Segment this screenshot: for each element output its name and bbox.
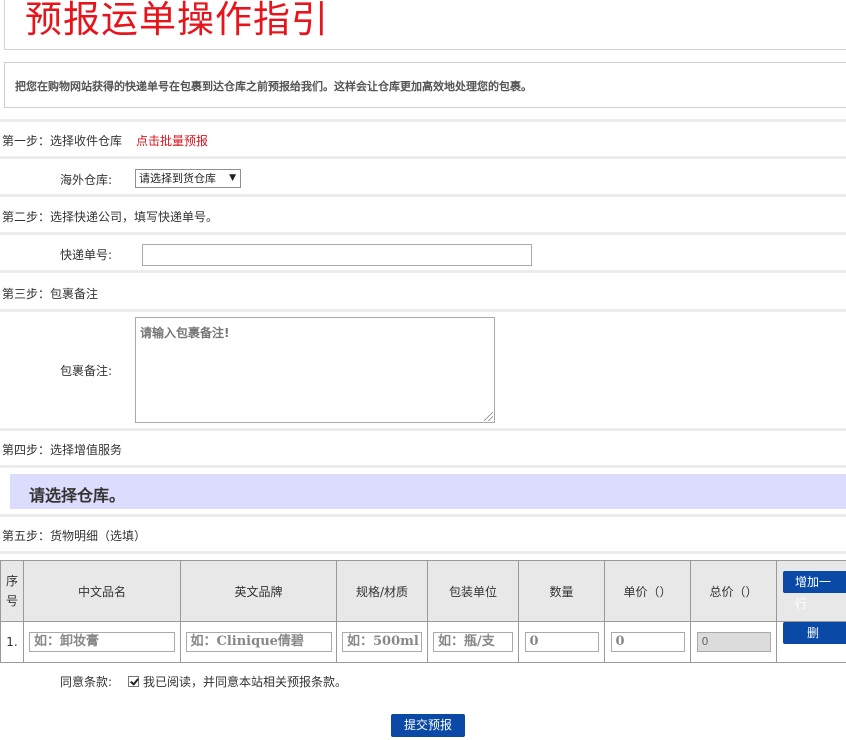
page-title: 预报运单操作指引 — [25, 0, 329, 41]
divider — [0, 309, 846, 312]
step1-label: 第一步：选择收件仓库 — [2, 134, 123, 148]
col-header-action: 增加一行 — [776, 560, 846, 622]
warehouse-label: 海外仓库: — [60, 173, 113, 187]
col-header-total: 总价（） — [690, 560, 777, 622]
col-header-price: 单价（） — [604, 560, 691, 622]
divider — [0, 119, 846, 122]
action-cell: 删除 — [776, 621, 846, 663]
divider — [0, 156, 846, 159]
divider — [0, 465, 846, 468]
spec-cell: 如：500ml — [336, 621, 428, 663]
warehouse-select[interactable]: 请选择到货仓库 ▼ — [135, 169, 241, 188]
total-cell: 0 — [690, 621, 777, 663]
col-header-spec: 规格/材质 — [336, 560, 428, 622]
divider — [0, 194, 846, 197]
batch-forecast-link[interactable]: 点击批量预报 — [136, 134, 208, 148]
note-placeholder: 请输入包裹备注! — [140, 326, 230, 340]
divider — [0, 270, 846, 273]
step1-heading: 第一步：选择收件仓库 点击批量预报 — [2, 132, 208, 149]
price-input[interactable]: 0 — [610, 632, 685, 652]
qty-cell: 0 — [518, 621, 605, 663]
intro-box: 把您在购物网站获得的快递单号在包裹到达仓库之前预报给我们。这样会让仓库更加高效地… — [4, 62, 846, 108]
delete-row-button[interactable]: 删除 — [783, 622, 846, 662]
col-header-en-brand: 英文品牌 — [180, 560, 337, 622]
package-note-textarea[interactable]: 请输入包裹备注! — [135, 317, 495, 423]
step3-label: 第三步：包裹备注 — [2, 287, 99, 301]
cn-name-input[interactable]: 如：卸妆膏 — [29, 632, 175, 652]
table-row: 1. 如：卸妆膏 如：Clinique倩碧 如：500ml 如：瓶/支 0 0 … — [0, 621, 846, 663]
note-label: 包裹备注: — [60, 364, 113, 378]
warehouse-notice-bar: 请选择仓库。 — [10, 474, 846, 509]
agreement-label: 同意条款: — [60, 675, 113, 689]
cn-name-cell: 如：卸妆膏 — [23, 621, 181, 663]
resize-grip-icon[interactable] — [484, 412, 493, 421]
intro-text: 把您在购物网站获得的快递单号在包裹到达仓库之前预报给我们。这样会让仓库更加高效地… — [15, 80, 532, 93]
col-header-qty: 数量 — [518, 560, 605, 622]
divider — [0, 428, 846, 431]
en-brand-cell: 如：Clinique倩碧 — [180, 621, 337, 663]
agreement-row: 同意条款: 我已阅读，并同意本站相关预报条款。 — [60, 673, 347, 690]
en-brand-input[interactable]: 如：Clinique倩碧 — [185, 632, 332, 652]
step5-label: 第五步：货物明细（选填） — [2, 529, 147, 543]
total-input: 0 — [696, 632, 771, 652]
step2-label: 第二步：选择快递公司，填写快递单号。 — [2, 210, 219, 224]
agreement-checkbox[interactable] — [128, 676, 140, 687]
agreement-text: 我已阅读，并同意本站相关预报条款。 — [143, 675, 348, 689]
table-header-row: 序号 中文品名 英文品牌 规格/材质 包装单位 数量 单价（） 总价（） 增加一… — [0, 560, 846, 622]
tracking-label: 快递单号: — [60, 248, 113, 262]
divider — [0, 514, 846, 517]
warehouse-notice: 请选择仓库。 — [29, 486, 126, 505]
dropdown-arrow-icon: ▼ — [229, 173, 236, 183]
row-index: 1. — [0, 621, 24, 663]
tracking-number-input[interactable] — [142, 244, 532, 266]
col-header-unit: 包装单位 — [427, 560, 519, 622]
spec-input[interactable]: 如：500ml — [342, 632, 422, 652]
submit-forecast-button[interactable]: 提交预报 — [391, 714, 465, 737]
qty-input[interactable]: 0 — [524, 632, 599, 652]
step4-label: 第四步：选择增值服务 — [2, 443, 123, 457]
unit-input[interactable]: 如：瓶/支 — [433, 632, 513, 652]
price-cell: 0 — [604, 621, 691, 663]
unit-cell: 如：瓶/支 — [427, 621, 519, 663]
warehouse-select-value: 请选择到货仓库 — [139, 172, 216, 185]
goods-table: 序号 中文品名 英文品牌 规格/材质 包装单位 数量 单价（） 总价（） 增加一… — [0, 560, 846, 663]
col-header-index: 序号 — [0, 560, 24, 622]
divider — [0, 551, 846, 554]
divider — [0, 232, 846, 235]
title-box: 预报运单操作指引 — [4, 0, 846, 50]
col-header-cn-name: 中文品名 — [23, 560, 181, 622]
add-row-button[interactable]: 增加一行 — [783, 571, 846, 611]
